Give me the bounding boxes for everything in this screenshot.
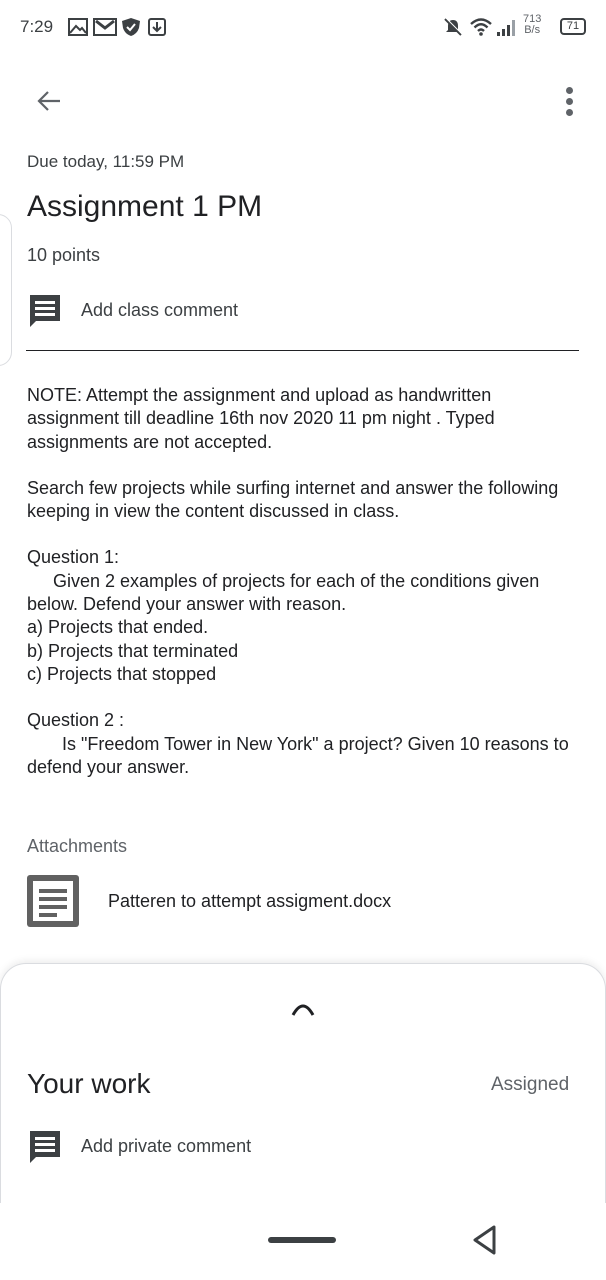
status-time: 7:29 — [20, 17, 54, 36]
question-2-body: Is "Freedom Tower in New York" a project… — [27, 733, 569, 777]
add-class-comment-button[interactable]: Add class comment — [26, 290, 326, 330]
battery-indicator: 71 — [560, 18, 586, 35]
more-vert-dot — [565, 108, 573, 116]
your-work-title: Your work — [27, 1068, 151, 1099]
signal-icon — [496, 18, 518, 36]
attachment-item[interactable]: Patteren to attempt assigment.docx — [26, 874, 586, 928]
question-1-title: Question 1: — [27, 547, 120, 568]
nav-back-button[interactable] — [470, 1224, 500, 1256]
arrow-left-icon — [37, 91, 60, 111]
attachment-filename: Patteren to attempt assigment.docx — [108, 890, 392, 911]
comment-icon — [26, 1127, 64, 1165]
network-speed: 713 B/s — [523, 14, 541, 36]
wifi-icon — [470, 18, 492, 36]
question-1-option-c: c) Projects that stopped — [27, 663, 217, 684]
drawer-edge[interactable] — [0, 214, 12, 366]
note-text: NOTE: Attempt the assignment and upload … — [27, 385, 495, 452]
instructions-text: Search few projects while surfing intern… — [27, 477, 559, 522]
add-private-comment-label: Add private comment — [81, 1135, 252, 1156]
shield-icon — [121, 18, 141, 36]
sheet-expand-handle[interactable] — [288, 993, 318, 1021]
question-1-option-a: a) Projects that ended. — [27, 617, 209, 638]
more-options-button[interactable] — [552, 78, 586, 124]
question-1-body: Given 2 examples of projects for each of… — [27, 570, 540, 615]
net-speed-unit: B/s — [524, 24, 541, 36]
download-icon — [148, 18, 168, 36]
add-class-comment-label: Add class comment — [81, 299, 239, 320]
more-vert-dot — [565, 97, 573, 105]
assignment-title: Assignment 1 PM — [27, 190, 263, 223]
add-private-comment-button[interactable]: Add private comment — [26, 1126, 346, 1166]
attachments-heading: Attachments — [27, 836, 128, 856]
assignment-description: NOTE: Attempt the assignment and upload … — [27, 384, 583, 779]
more-vert-icon — [565, 86, 573, 94]
question-1-option-b: b) Projects that terminated — [27, 640, 239, 661]
gmail-icon — [93, 18, 117, 36]
triangle-back-icon — [473, 1225, 496, 1255]
divider — [26, 350, 579, 351]
question-2-title: Question 2 : — [27, 710, 125, 731]
comment-icon — [26, 291, 64, 329]
due-date: Due today, 11:59 PM — [27, 152, 185, 171]
image-icon — [68, 18, 88, 36]
chevron-up-icon — [291, 1004, 315, 1016]
document-icon — [27, 875, 79, 927]
mute-icon — [443, 17, 463, 36]
back-button[interactable] — [26, 78, 72, 124]
assignment-points: 10 points — [27, 245, 101, 265]
home-gesture-pill[interactable] — [268, 1237, 336, 1243]
work-status: Assigned — [491, 1074, 570, 1095]
